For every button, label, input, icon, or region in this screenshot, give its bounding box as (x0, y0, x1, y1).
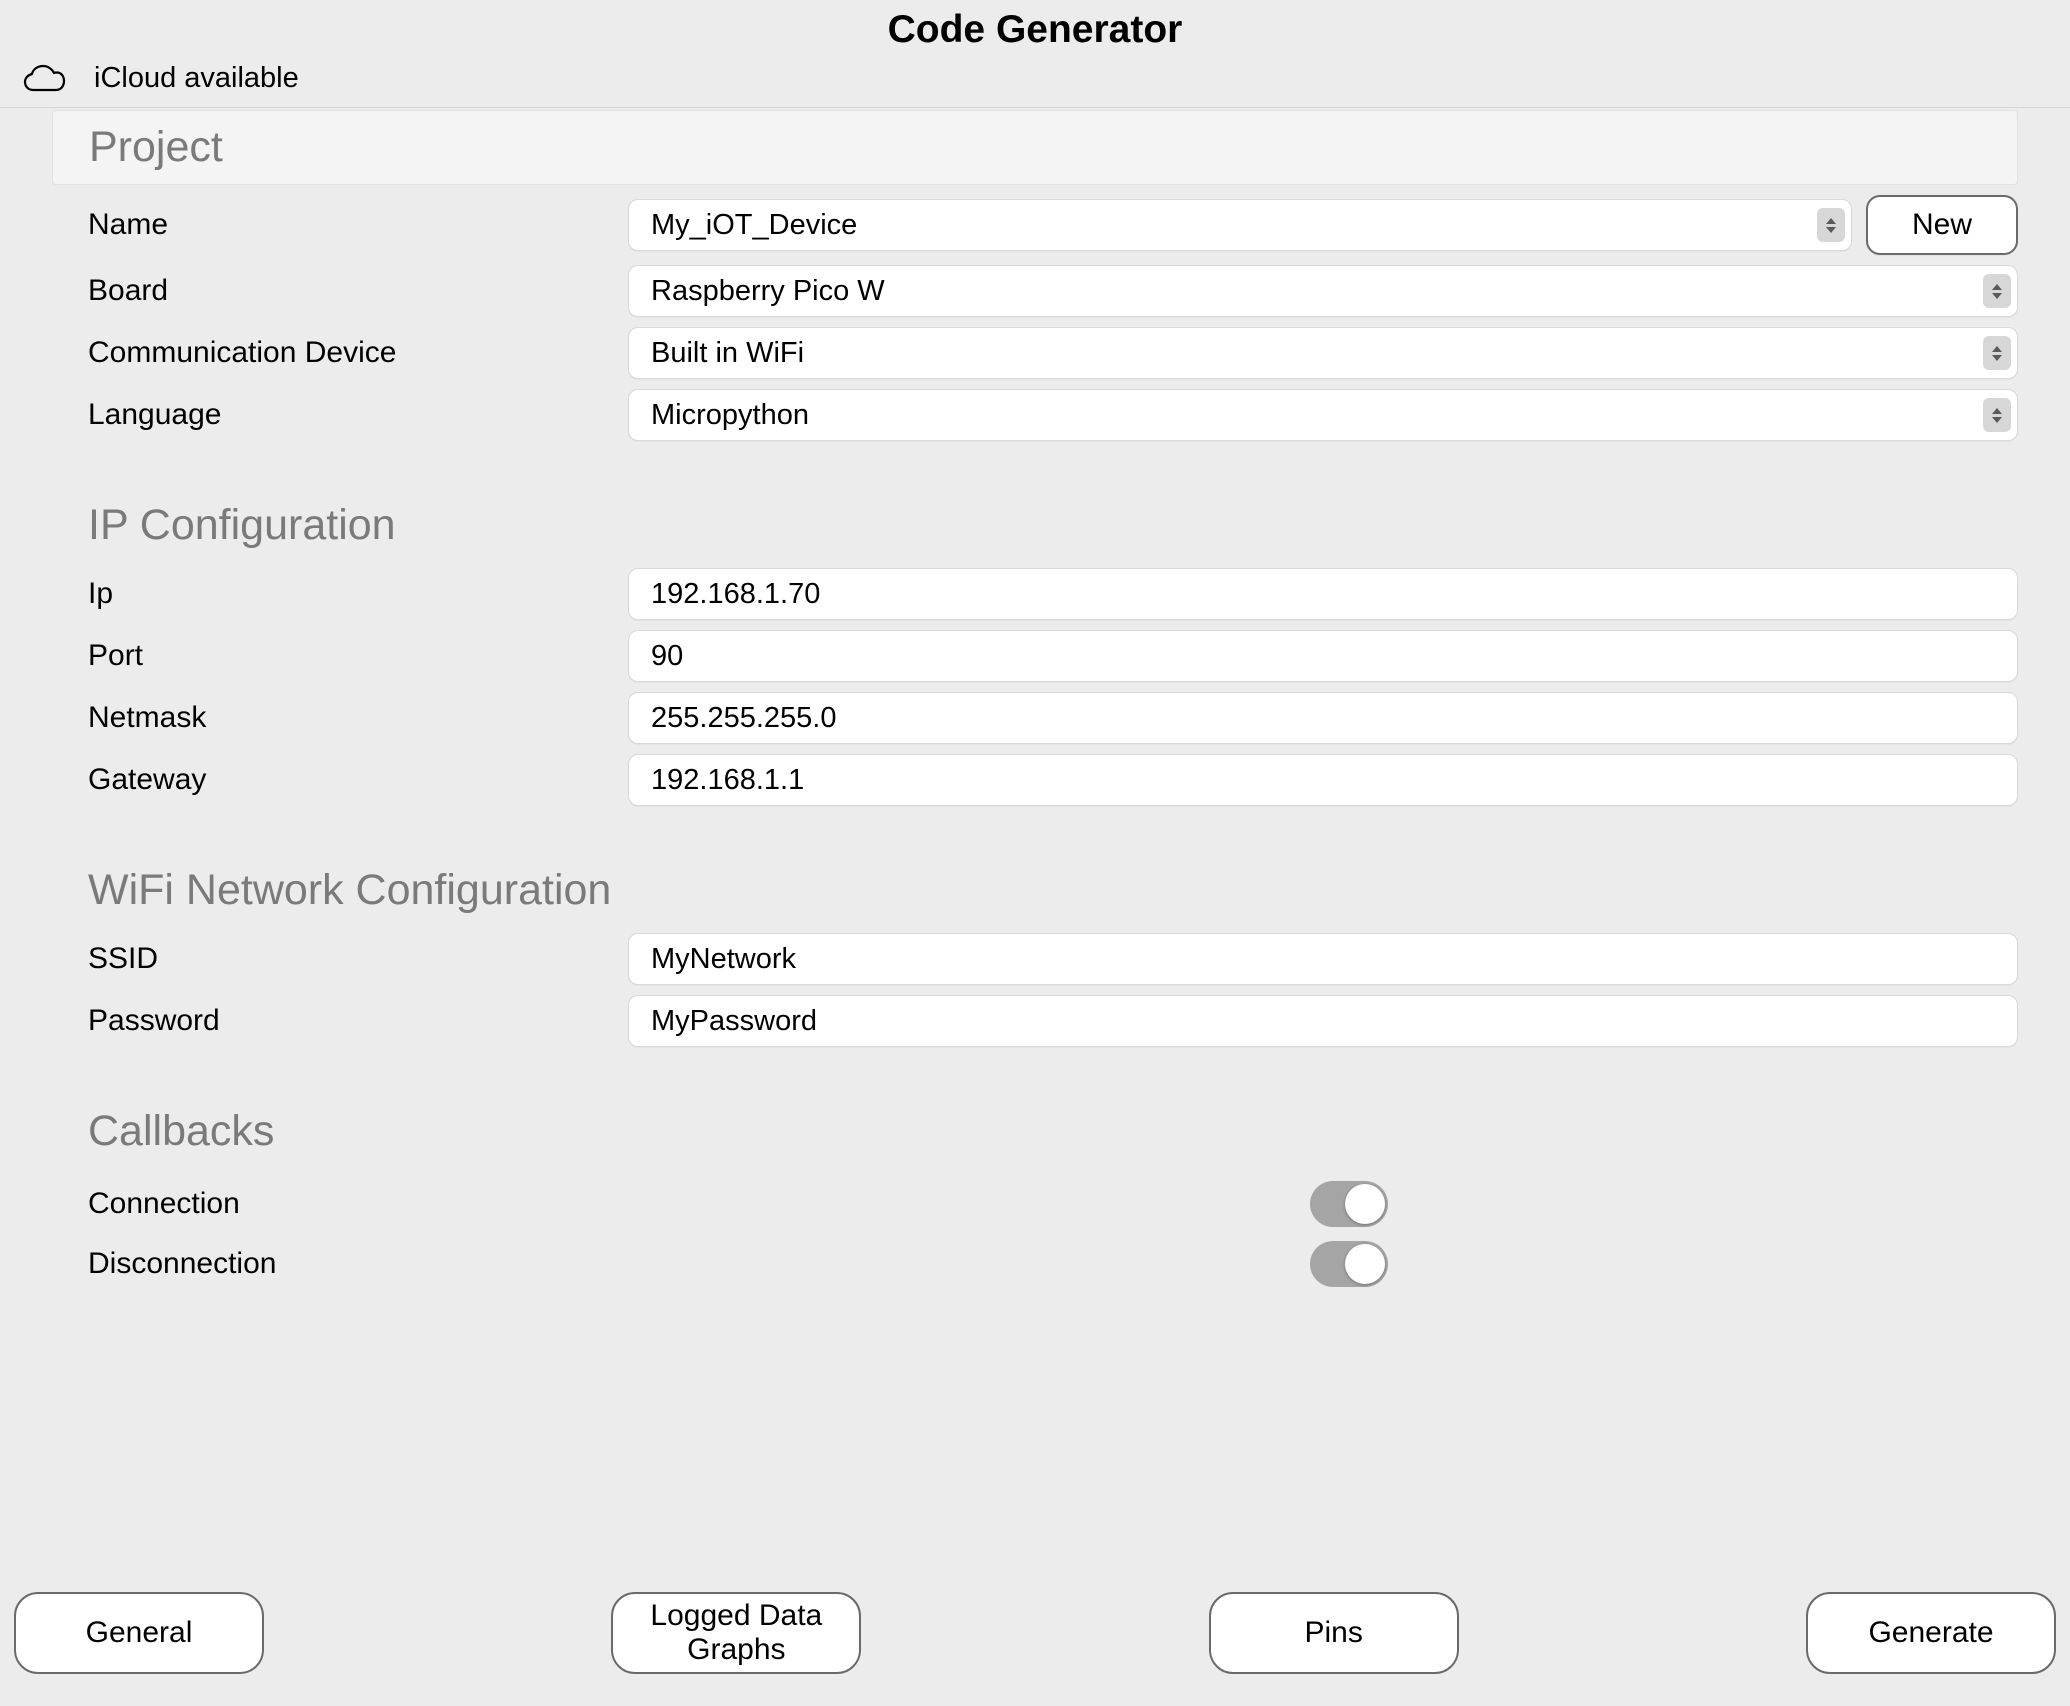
label-disconnection: Disconnection (52, 1247, 276, 1281)
cloud-status-text: iCloud available (94, 62, 299, 95)
gateway-input-value: 192.168.1.1 (651, 764, 1995, 797)
row-port: Port 90 (52, 630, 2018, 682)
app-title: Code Generator (0, 8, 2070, 52)
cloud-icon (22, 64, 66, 94)
section-title-project: Project (89, 123, 1981, 172)
language-select[interactable]: Micropython (628, 389, 2018, 441)
label-ip: Ip (88, 577, 628, 611)
row-ssid: SSID MyNetwork (52, 933, 2018, 985)
netmask-input[interactable]: 255.255.255.0 (628, 692, 2018, 744)
bottom-button-bar: General Logged Data Graphs Pins Generate (0, 1592, 2070, 1674)
stepper-icon[interactable] (1983, 398, 2011, 432)
port-input[interactable]: 90 (628, 630, 2018, 682)
row-comm-device: Communication Device Built in WiFi (52, 327, 2018, 379)
password-input-value: MyPassword (651, 1005, 1995, 1038)
row-name: Name My_iOT_Device New (52, 195, 2018, 255)
label-connection: Connection (52, 1187, 240, 1221)
stepper-icon[interactable] (1983, 336, 2011, 370)
row-password: Password MyPassword (52, 995, 2018, 1047)
label-netmask: Netmask (88, 701, 628, 735)
gateway-input[interactable]: 192.168.1.1 (628, 754, 2018, 806)
section-header-project: Project (52, 110, 2018, 185)
logged-data-graphs-button[interactable]: Logged Data Graphs (611, 1592, 861, 1674)
row-netmask: Netmask 255.255.255.0 (52, 692, 2018, 744)
netmask-input-value: 255.255.255.0 (651, 702, 1995, 735)
name-select[interactable]: My_iOT_Device (628, 199, 1852, 251)
row-disconnection: Disconnection (52, 1234, 2018, 1294)
language-select-value: Micropython (651, 399, 809, 432)
row-language: Language Micropython (52, 389, 2018, 441)
board-select-value: Raspberry Pico W (651, 275, 885, 308)
ip-input[interactable]: 192.168.1.70 (628, 568, 2018, 620)
comm-device-select-value: Built in WiFi (651, 337, 804, 370)
stepper-icon[interactable] (1983, 274, 2011, 308)
section-title-callbacks: Callbacks (88, 1107, 2018, 1156)
cloud-status-row: iCloud available (0, 54, 2070, 107)
label-ssid: SSID (88, 942, 628, 976)
port-input-value: 90 (651, 640, 1995, 673)
generate-button[interactable]: Generate (1806, 1592, 2056, 1674)
main-content: Project Name My_iOT_Device New Board Ras… (0, 110, 2070, 1294)
ssid-input[interactable]: MyNetwork (628, 933, 2018, 985)
password-input[interactable]: MyPassword (628, 995, 2018, 1047)
disconnection-toggle[interactable] (1310, 1241, 1388, 1287)
row-ip: Ip 192.168.1.70 (52, 568, 2018, 620)
label-gateway: Gateway (88, 763, 628, 797)
name-select-value: My_iOT_Device (651, 209, 857, 242)
row-board: Board Raspberry Pico W (52, 265, 2018, 317)
toggle-knob-icon (1345, 1244, 1385, 1284)
label-board: Board (88, 274, 628, 308)
row-connection: Connection (52, 1174, 2018, 1234)
section-title-ip: IP Configuration (88, 501, 2018, 550)
label-comm-device: Communication Device (88, 336, 628, 370)
section-title-wifi: WiFi Network Configuration (88, 866, 2018, 915)
label-language: Language (88, 398, 628, 432)
stepper-icon[interactable] (1817, 208, 1845, 242)
row-gateway: Gateway 192.168.1.1 (52, 754, 2018, 806)
pins-button[interactable]: Pins (1209, 1592, 1459, 1674)
general-button[interactable]: General (14, 1592, 264, 1674)
ssid-input-value: MyNetwork (651, 943, 1995, 976)
new-button[interactable]: New (1866, 195, 2018, 255)
ip-input-value: 192.168.1.70 (651, 578, 1995, 611)
toggle-knob-icon (1345, 1184, 1385, 1224)
label-name: Name (88, 208, 628, 242)
comm-device-select[interactable]: Built in WiFi (628, 327, 2018, 379)
connection-toggle[interactable] (1310, 1181, 1388, 1227)
label-password: Password (88, 1004, 628, 1038)
header-bar: Code Generator iCloud available (0, 0, 2070, 108)
board-select[interactable]: Raspberry Pico W (628, 265, 2018, 317)
label-port: Port (88, 639, 628, 673)
